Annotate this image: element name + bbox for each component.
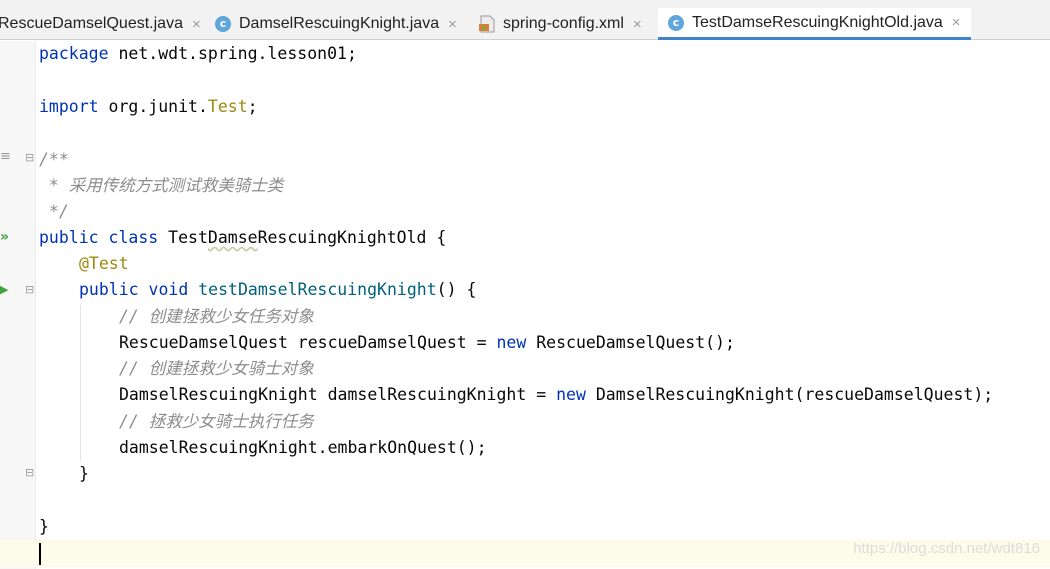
code-line: * 采用传统方式测试救美骑士类 [39,176,284,195]
tab-label: RescueDamselQuest.java [0,15,183,32]
watermark: https://blog.csdn.net/wdt816 [853,540,1040,557]
xml-file-icon [478,15,496,33]
tab-label: DamselRescuingKnight.java [239,15,440,32]
tab-test-damse-rescuing-knight-old[interactable]: c TestDamseRescuingKnightOld.java × [658,8,971,40]
code-line: /** [39,150,69,169]
fold-icon[interactable]: ⊟ [25,283,34,296]
run-method-icon[interactable]: ▶ [0,283,8,296]
close-icon[interactable]: × [633,16,642,33]
tab-spring-config[interactable]: spring-config.xml × [478,8,642,40]
close-icon[interactable]: × [952,14,961,31]
code-line: } [79,464,89,483]
code-line: DamselRescuingKnight damselRescuingKnigh… [119,385,994,404]
code-line: RescueDamselQuest rescueDamselQuest = ne… [119,333,735,352]
code-line: // 创建拯救少女骑士对象 [119,359,314,378]
code-line: */ [39,202,69,221]
structure-icon: ≡ [0,149,11,164]
text-caret [39,543,41,565]
run-class-icon[interactable]: » [0,229,9,245]
code-line: } [39,517,49,536]
java-class-icon: c [668,14,684,31]
code-line: import org.junit.Test; [39,97,258,116]
code-line: public void testDamselRescuingKnight() { [79,280,477,299]
code-line: @Test [79,254,129,273]
code-line: package net.wdt.spring.lesson01; [39,44,357,63]
fold-end-icon[interactable]: ⊟ [25,466,34,479]
close-icon[interactable]: × [192,16,201,33]
tab-label: spring-config.xml [503,15,624,32]
code-line: damselRescuingKnight.embarkOnQuest(); [119,438,487,457]
close-icon[interactable]: × [448,16,457,33]
tab-rescue-damsel-quest[interactable]: RescueDamselQuest.java × [0,8,201,40]
indent-guide [80,305,81,461]
code-line: // 拯救少女骑士执行任务 [119,412,314,431]
editor-gutter[interactable] [0,41,36,569]
tab-label: TestDamseRescuingKnightOld.java [692,13,943,31]
tab-damsel-rescuing-knight[interactable]: c DamselRescuingKnight.java × [215,8,457,40]
code-line: public class TestDamseRescuingKnightOld … [39,228,447,247]
fold-icon[interactable]: ⊟ [25,151,34,164]
code-line: // 创建拯救少女任务对象 [119,307,314,326]
editor-tab-bar: RescueDamselQuest.java × c DamselRescuin… [0,0,1050,40]
java-class-icon: c [215,16,231,32]
